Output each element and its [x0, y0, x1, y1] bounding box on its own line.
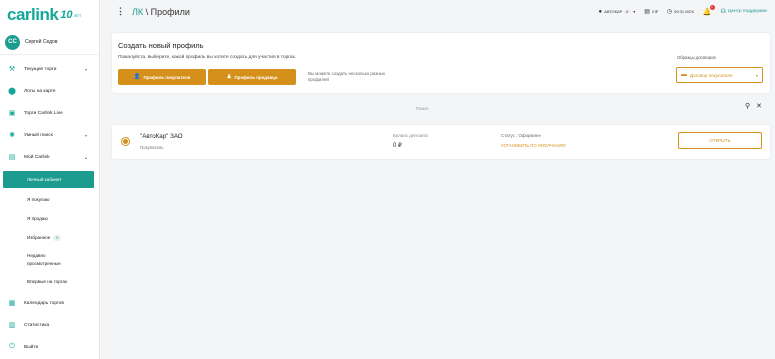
deposit-value: 0 ₽: [393, 143, 402, 149]
gavel-icon: ⚒: [8, 66, 16, 73]
profile-row: "АвтоКар" ЗАО Покупатель Баланс депозита…: [112, 125, 770, 159]
document-icon: ▬: [681, 72, 687, 78]
sidebar-item-carlink-live[interactable]: ▣ Торги Carlink Live: [0, 102, 99, 124]
seller-icon: ♟: [226, 74, 232, 80]
user-name: Сергей Седов: [25, 39, 58, 45]
sidebar-item-label: Умный поиск: [24, 132, 53, 138]
sidebar-subitem-new[interactable]: Впервые на торгах: [0, 272, 99, 291]
sidebar-bottom-nav: ▦ Календарь торгов ▥ Статистика ⏻ Выйти: [0, 292, 99, 358]
support-label: Центр поддержки: [727, 9, 767, 14]
person-icon: 👤: [133, 74, 141, 80]
favorites-count-badge: 0: [53, 234, 62, 241]
breadcrumb-root-link[interactable]: ЛК: [132, 7, 143, 17]
open-profile-button[interactable]: ОТКРЫТЬ: [678, 132, 762, 149]
button-label: Профиль продавца: [234, 74, 278, 80]
bulb-icon: ✺: [9, 132, 15, 139]
headset-icon: ☊: [720, 9, 726, 15]
default-profile-radio[interactable]: [121, 137, 130, 146]
profiles-search-bar: ⚲ ✕: [112, 101, 770, 115]
wallet-icon: ▤: [644, 9, 650, 15]
balance-value: 0 ₽: [651, 9, 658, 14]
create-profile-description: Пожалуйста, выберите, какой профиль вы х…: [118, 55, 297, 60]
video-icon: ▣: [8, 110, 16, 117]
sidebar-item-label: Выйти: [24, 344, 39, 350]
company-selector[interactable]: ● АВТОКАР 0 ▾: [599, 9, 636, 15]
sidebar-subnav: Личный кабинет Я покупаю Я продаю Избран…: [0, 171, 99, 291]
top-bar: ⋮ ЛК \ Профили ● АВТОКАР 0 ▾ ▤ 0 ₽ ◷ 09:…: [100, 0, 775, 23]
sidebar-subitem-recent[interactable]: Недавно просмотренные: [0, 247, 75, 272]
user-block[interactable]: СС Сергей Седов: [0, 30, 99, 55]
set-default-link[interactable]: УСТАНОВИТЬ ПО УМОЛЧАНИЮ: [501, 143, 566, 148]
sidebar-item-label: Статистика: [24, 322, 50, 328]
chevron-down-icon: ▾: [84, 132, 87, 138]
clock-indicator: ◷ 09:31 МСК: [667, 8, 694, 15]
logo-years-sub: ЛЕТ: [73, 12, 82, 18]
sidebar-item-label: Торги Carlink Live: [24, 110, 63, 116]
map-pin-icon: ⬤: [8, 88, 16, 95]
top-right-toolbar: ● АВТОКАР 0 ▾ ▤ 0 ₽ ◷ 09:31 МСК 🔔 1 ☊ Цен…: [590, 0, 767, 23]
sidebar-nav: ⚒ Текущие торги ▾ ⬤ Лоты на карте ▣ Торг…: [0, 58, 99, 168]
chevron-up-icon: ▴: [84, 154, 87, 160]
sidebar-item-label: Календарь торгов: [24, 300, 64, 306]
breadcrumb-separator: \: [143, 6, 151, 17]
search-input[interactable]: [112, 101, 732, 115]
menu-kebab-icon[interactable]: ⋮: [116, 6, 125, 17]
sidebar-subitem-selling[interactable]: Я продаю: [0, 209, 99, 228]
sidebar-subitem-buying[interactable]: Я покупаю: [0, 190, 99, 209]
create-seller-profile-button[interactable]: ♟ Профиль продавца: [208, 69, 296, 85]
create-profile-title: Создать новый профиль: [118, 41, 204, 50]
profile-status: Статус : Оформлен: [501, 133, 541, 138]
chevron-down-icon: ▾: [755, 72, 758, 78]
company-count-badge: 0: [624, 9, 631, 14]
sidebar-subitem-favorites[interactable]: Избранное 0: [0, 228, 99, 247]
chevron-down-icon: ▾: [84, 66, 87, 72]
sidebar-item-statistics[interactable]: ▥ Статистика: [0, 314, 99, 336]
notifications-badge: 1: [709, 4, 715, 10]
avatar: СС: [5, 34, 20, 50]
breadcrumb: ЛК \ Профили: [132, 7, 190, 17]
create-profile-card: Создать новый профиль Пожалуйста, выбери…: [112, 33, 770, 93]
balance-indicator[interactable]: ▤ 0 ₽: [644, 8, 658, 15]
bell-icon: 🔔 1: [702, 4, 715, 16]
account-box-icon: ▤: [8, 154, 16, 161]
clock-value: 09:31 МСК: [674, 9, 694, 14]
support-link[interactable]: ☊ Центр поддержки: [721, 8, 768, 15]
create-profile-hint: Вы можете создать несколько разных профи…: [308, 71, 386, 82]
chart-icon: ▥: [8, 322, 16, 329]
sidebar-item-label: Лоты на карте: [24, 88, 56, 94]
dropdown-value: Договор покупателя: [690, 72, 733, 78]
close-icon[interactable]: ✕: [756, 102, 762, 110]
sidebar-item-calendar[interactable]: ▦ Календарь торгов: [0, 292, 99, 314]
notifications-button[interactable]: 🔔 1: [702, 4, 715, 16]
calendar-icon: ▦: [8, 300, 16, 307]
sidebar-subitem-cabinet[interactable]: Личный кабинет: [3, 171, 94, 188]
sidebar-item-smart-search[interactable]: ✺ Умный поиск ▾: [0, 124, 99, 146]
sidebar-item-my-carlink[interactable]: ▤ Мой Carlink ▴: [0, 146, 99, 168]
profile-type: Покупатель: [140, 145, 164, 150]
account-circle-icon: ●: [598, 8, 603, 15]
radio-selected-dot: [123, 139, 128, 144]
chevron-down-icon: ▾: [633, 9, 636, 14]
sidebar-item-current-auctions[interactable]: ⚒ Текущие торги ▾: [0, 58, 99, 80]
profile-name: "АвтоКар" ЗАО: [140, 133, 183, 140]
logo-years: 10: [60, 9, 73, 21]
sidebar-item-label: Мой Carlink: [24, 154, 50, 160]
sidebar-subitem-label: Избранное: [27, 235, 51, 240]
logo[interactable]: carlink 10 ЛЕТ: [0, 0, 99, 30]
deposit-label: Баланс депозита: [393, 133, 428, 138]
search-icon[interactable]: ⚲: [745, 102, 750, 110]
sidebar-item-lots-map[interactable]: ⬤ Лоты на карте: [0, 80, 99, 102]
sidebar-item-logout[interactable]: ⏻ Выйти: [0, 336, 99, 358]
page-title: Профили: [150, 6, 190, 17]
create-buyer-profile-button[interactable]: 👤 Профиль покупателя: [118, 69, 206, 85]
contract-samples-label: Образцы договоров: [677, 55, 716, 60]
contract-samples-dropdown[interactable]: ▬ Договор покупателя ▾: [676, 67, 763, 83]
sidebar-item-label: Текущие торги: [24, 66, 57, 72]
sidebar: carlink 10 ЛЕТ СС Сергей Седов ⚒ Текущие…: [0, 0, 100, 359]
power-icon: ⏻: [9, 343, 15, 350]
company-name: АВТОКАР: [604, 9, 623, 14]
button-label: Профиль покупателя: [143, 74, 191, 80]
clock-icon: ◷: [666, 9, 673, 15]
logo-text: carlink: [7, 5, 59, 24]
